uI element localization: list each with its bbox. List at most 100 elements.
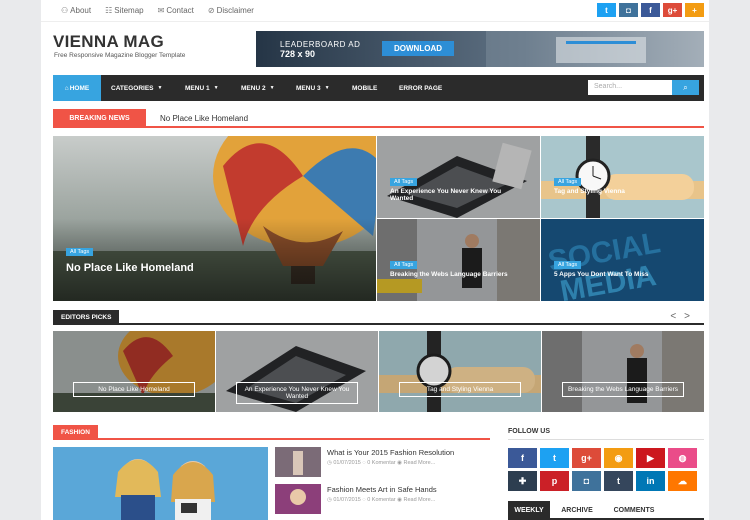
editors-pick-card[interactable]: An Experience You Never Knew You Wanted (216, 331, 378, 412)
editors-pick-caption: No Place Like Homeland (73, 382, 195, 397)
businessman-image (542, 331, 704, 412)
watch-image (379, 331, 541, 412)
breaking-news-label: BREAKING NEWS (53, 109, 146, 128)
fashion-section-header: FASHION (53, 425, 490, 440)
nav-menu-1[interactable]: MENU 1 ▼ (185, 75, 219, 101)
featured-title[interactable]: An Experience You Never Knew You Wanted (390, 188, 520, 202)
site-logo[interactable]: VIENNA MAG (53, 32, 164, 52)
post-meta: ◷ 01/07/2015 ◌ 0 Komentar ◉ Read More... (327, 497, 436, 503)
featured-title[interactable]: Tag and Styling Vienna (554, 188, 625, 195)
follow-icons-grid: f t g+ ◉ ▶ ◍ ✚ p ◘ t in ☁ (508, 448, 697, 491)
facebook-icon[interactable]: f (641, 3, 660, 17)
fashion-label: FASHION (53, 425, 98, 440)
editors-picks-label: EDITORS PICKS (53, 310, 120, 325)
delicious-icon[interactable]: ✚ (508, 471, 537, 491)
nav-mobile[interactable]: MOBILE (352, 75, 377, 101)
youtube-icon[interactable]: ▶ (636, 448, 665, 468)
chevron-left-icon[interactable]: < (670, 311, 684, 322)
instagram-icon[interactable]: ◘ (572, 471, 601, 491)
download-button[interactable]: DOWNLOAD (382, 41, 454, 56)
plus-icon[interactable]: + (685, 3, 704, 17)
follow-us-header: FOLLOW US (508, 425, 704, 440)
nav-menu-2[interactable]: MENU 2 ▼ (241, 75, 275, 101)
featured-tile[interactable]: SOCIAL MEDIA All Tags 5 Apps You Dont Wa… (541, 219, 704, 301)
chevron-right-icon[interactable]: > (684, 311, 698, 322)
top-social-buttons: t ◘ f g+ + (597, 3, 704, 17)
fashion-women-image (53, 447, 268, 520)
top-link-contact[interactable]: ✉ Contact (158, 6, 194, 15)
tag-badge[interactable]: All Tags (390, 261, 418, 269)
chevron-down-icon: ▼ (213, 85, 219, 91)
soundcloud-icon[interactable]: ☁ (668, 471, 697, 491)
ad-background-graphic (486, 31, 704, 67)
search-icon: ⌕ (683, 82, 688, 92)
post-meta: ◷ 01/07/2015 ◌ 0 Komentar ◉ Read More... (327, 460, 436, 466)
featured-title[interactable]: Breaking the Webs Language Barriers (390, 271, 520, 278)
sidebar-tabs: WEEKLY ARCHIVE COMMENTS (508, 501, 704, 520)
breaking-news-headline[interactable]: No Place Like Homeland (160, 114, 248, 123)
post-title[interactable]: Fashion Meets Art in Safe Hands (327, 485, 437, 494)
search-button[interactable]: ⌕ (672, 80, 699, 95)
nav-menu-3[interactable]: MENU 3 ▼ (296, 75, 330, 101)
hot-air-balloon-image (53, 136, 376, 301)
nav-home[interactable]: ⌂ HOME (53, 75, 101, 101)
fashion-main-image[interactable] (53, 447, 268, 520)
editors-pick-card[interactable]: No Place Like Homeland (53, 331, 215, 412)
chevron-down-icon: ▼ (324, 85, 330, 91)
post-thumbnail (275, 447, 321, 477)
editors-picks-header: EDITORS PICKS <> (53, 310, 704, 325)
home-icon: ⌂ (64, 84, 69, 92)
featured-tile[interactable]: All Tags Tag and Styling Vienna (541, 136, 704, 218)
editors-pick-caption: Breaking the Webs Language Barriers (562, 382, 684, 397)
featured-title[interactable]: No Place Like Homeland (66, 262, 194, 274)
tag-badge[interactable]: All Tags (66, 248, 94, 256)
top-bar: ⚇ About ☷ Sitemap ✉ Contact ⊘ Disclaimer t ◘… (41, 0, 709, 22)
google-plus-icon[interactable]: g+ (572, 448, 601, 468)
user-icon: ⚇ (61, 6, 69, 15)
ad-size: 728 x 90 (280, 49, 316, 59)
editors-pick-caption: An Experience You Never Knew You Wanted (236, 382, 358, 404)
linkedin-icon[interactable]: in (636, 471, 665, 491)
post-title[interactable]: What is Your 2015 Fashion Resolution (327, 448, 454, 457)
rss-icon[interactable]: ◉ (604, 448, 633, 468)
dribbble-icon[interactable]: ◍ (668, 448, 697, 468)
featured-tile[interactable]: All Tags An Experience You Never Knew Yo… (377, 136, 540, 218)
sitemap-icon: ☷ (105, 6, 113, 15)
tab-archive[interactable]: ARCHIVE (554, 501, 600, 520)
twitter-icon[interactable]: t (597, 3, 616, 17)
laptop-image (377, 136, 540, 218)
tag-badge[interactable]: All Tags (554, 178, 582, 186)
facebook-icon[interactable]: f (508, 448, 537, 468)
pinterest-icon[interactable]: p (540, 471, 569, 491)
tumblr-icon[interactable]: t (604, 471, 633, 491)
top-link-about[interactable]: ⚇ About (61, 6, 91, 15)
search-input[interactable]: Search... (588, 80, 672, 95)
tab-weekly[interactable]: WEEKLY (508, 501, 550, 520)
businessman-image (377, 219, 540, 301)
top-link-disclaimer[interactable]: ⊘ Disclaimer (208, 6, 254, 15)
editors-pick-card[interactable]: Breaking the Webs Language Barriers (542, 331, 704, 412)
instagram-icon[interactable]: ◘ (619, 3, 638, 17)
info-icon: ⊘ (207, 6, 215, 15)
leaderboard-ad[interactable]: LEADERBOARD AD 728 x 90 DOWNLOAD (256, 31, 704, 67)
nav-categories[interactable]: CATEGORIES ▼ (111, 75, 162, 101)
follow-us-label: FOLLOW US (508, 428, 550, 435)
main-nav: ⌂ HOME CATEGORIES ▼ MENU 1 ▼ MENU 2 ▼ MENU 3… (53, 75, 704, 101)
nav-error-page[interactable]: ERROR PAGE (399, 75, 442, 101)
featured-title[interactable]: 5 Apps You Dont Want To Miss (554, 271, 649, 278)
tag-badge[interactable]: All Tags (390, 178, 418, 186)
featured-tile[interactable]: All Tags Breaking the Webs Language Barr… (377, 219, 540, 301)
twitter-icon[interactable]: t (540, 448, 569, 468)
site-tagline: Free Responsive Magazine Blogger Templat… (54, 52, 186, 59)
tab-comments[interactable]: COMMENTS (604, 501, 664, 520)
breaking-news-bar: BREAKING NEWS No Place Like Homeland (53, 109, 704, 128)
editors-pick-card[interactable]: Tag and Styling Vienna (379, 331, 541, 412)
watch-image (541, 136, 704, 218)
featured-main-tile[interactable]: All Tags No Place Like Homeland (53, 136, 376, 301)
tag-badge[interactable]: All Tags (554, 261, 582, 269)
top-link-sitemap[interactable]: ☷ Sitemap (105, 6, 144, 15)
google-plus-icon[interactable]: g+ (663, 3, 682, 17)
carousel-arrows: <> (670, 311, 698, 322)
hot-air-balloon-image (53, 331, 215, 412)
chevron-down-icon: ▼ (269, 85, 275, 91)
